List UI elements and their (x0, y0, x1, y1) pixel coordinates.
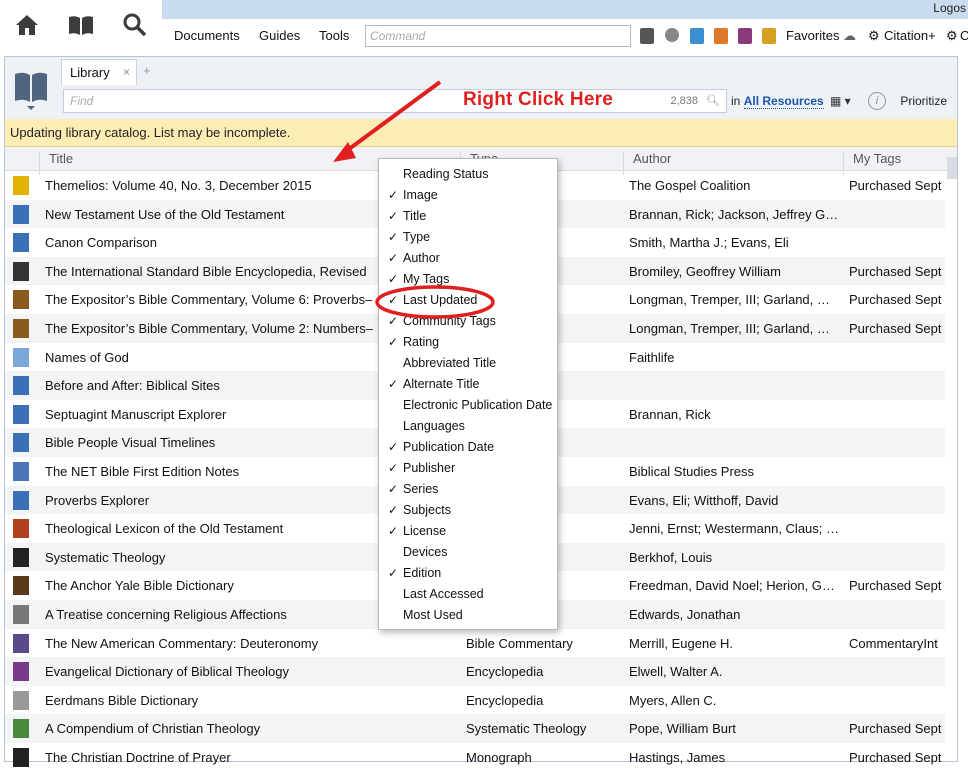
context-menu-item[interactable]: ✓ Author (379, 249, 557, 270)
context-menu-label: Rating (403, 335, 440, 349)
check-icon: ✓ (388, 566, 399, 580)
check-icon: ✓ (388, 209, 399, 223)
context-menu-item[interactable]: ✓ Type (379, 228, 557, 249)
check-icon: ✓ (388, 503, 399, 517)
context-menu-label: Devices (403, 545, 448, 559)
context-menu-label: Edition (403, 566, 442, 580)
column-context-menu: Reading Status ✓ Image ✓ Title ✓ Type ✓ Author ✓ M… (378, 158, 558, 630)
context-menu-item[interactable]: ✓ Publisher (379, 459, 557, 480)
context-menu-item[interactable]: ✓ Edition (379, 564, 557, 585)
context-menu-item[interactable]: Most Used (379, 606, 557, 627)
context-menu-label: Most Used (403, 608, 463, 622)
context-menu-label: License (403, 524, 447, 538)
context-menu-label: Last Accessed (403, 587, 484, 601)
context-menu-label: Electronic Publication Date (403, 398, 553, 412)
context-menu-label: Author (403, 251, 440, 265)
context-menu-item[interactable]: Reading Status (379, 165, 557, 186)
context-menu-item[interactable]: ✓ Subjects (379, 501, 557, 522)
context-menu-label: Abbreviated Title (403, 356, 497, 370)
context-menu-label: Publisher (403, 461, 456, 475)
check-icon: ✓ (388, 461, 399, 475)
highlight-circle (375, 285, 495, 319)
context-menu-item[interactable]: ✓ Alternate Title (379, 375, 557, 396)
check-icon: ✓ (388, 482, 399, 496)
context-menu-label: Image (403, 188, 438, 202)
check-icon: ✓ (388, 251, 399, 265)
context-menu-item[interactable]: Electronic Publication Date (379, 396, 557, 417)
context-menu-item[interactable]: ✓ Series (379, 480, 557, 501)
check-icon: ✓ (388, 335, 399, 349)
check-icon: ✓ (388, 230, 399, 244)
context-menu-item[interactable]: ✓ Image (379, 186, 557, 207)
annotation-arrow (343, 80, 442, 154)
context-menu-label: Type (403, 230, 431, 244)
check-icon: ✓ (388, 188, 399, 202)
check-icon: ✓ (388, 440, 399, 454)
check-icon: ✓ (388, 524, 399, 538)
context-menu-item[interactable]: ✓ Publication Date (379, 438, 557, 459)
context-menu-label: Title (403, 209, 427, 223)
context-menu-item[interactable]: ✓ Rating (379, 333, 557, 354)
context-menu-item[interactable]: Last Accessed (379, 585, 557, 606)
context-menu-item[interactable]: Languages (379, 417, 557, 438)
context-menu-label: Alternate Title (403, 377, 480, 391)
context-menu-item[interactable]: ✓ License (379, 522, 557, 543)
context-menu-label: Languages (403, 419, 465, 433)
context-menu-item[interactable]: ✓ Title (379, 207, 557, 228)
context-menu-label: Series (403, 482, 439, 496)
context-menu-label: Publication Date (403, 440, 495, 454)
check-icon: ✓ (388, 377, 399, 391)
context-menu-item[interactable]: Abbreviated Title (379, 354, 557, 375)
context-menu-label: Subjects (403, 503, 451, 517)
context-menu-item[interactable]: Devices (379, 543, 557, 564)
context-menu-label: Reading Status (403, 167, 489, 181)
annotation-text: Right Click Here (463, 89, 613, 110)
